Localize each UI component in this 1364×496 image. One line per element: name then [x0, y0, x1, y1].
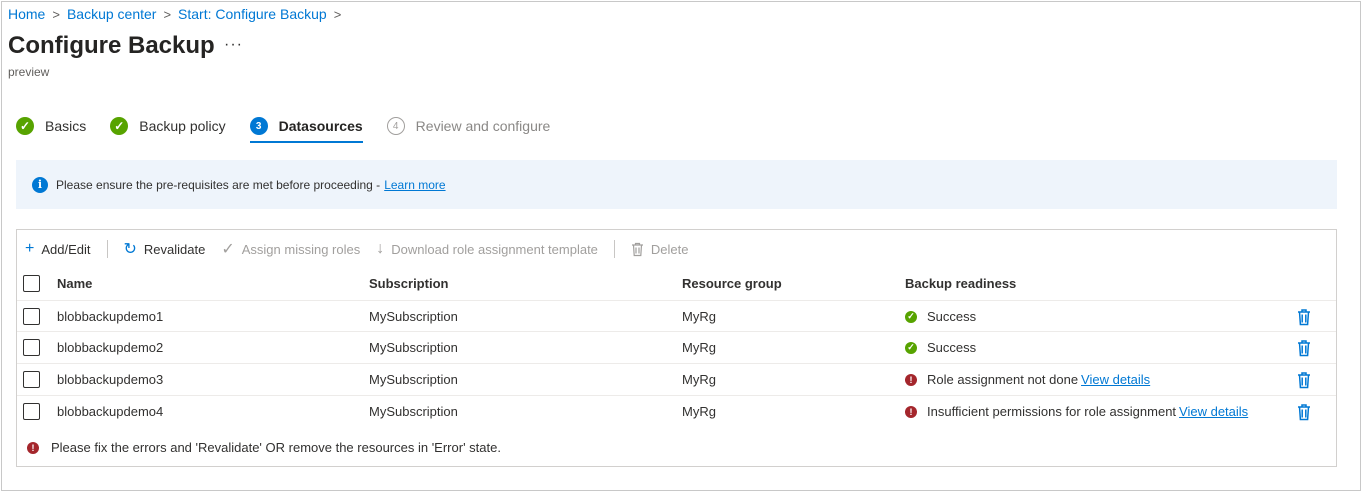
cell-name: blobbackupdemo1: [57, 309, 164, 324]
status-text: Success: [927, 309, 977, 324]
step-datasources[interactable]: 3 Datasources: [249, 114, 363, 143]
cell-subscription: MySubscription: [369, 372, 458, 387]
trash-icon[interactable]: [1297, 403, 1311, 421]
add-edit-button[interactable]: + Add/Edit: [25, 240, 91, 258]
step-review-and-configure[interactable]: 4 Review and configure: [386, 114, 551, 138]
checkmark-icon: ✓: [221, 241, 235, 258]
chevron-right-icon: >: [163, 6, 172, 22]
toolbar-divider: [613, 240, 615, 258]
trash-icon[interactable]: [1297, 371, 1311, 389]
checkmark-icon: ✓: [16, 117, 34, 135]
cell-resource-group: MyRg: [682, 309, 716, 324]
step-backup-policy[interactable]: ✓ Backup policy: [110, 114, 226, 138]
view-details-link[interactable]: View details: [1081, 372, 1150, 387]
column-header-backup-readiness[interactable]: Backup readiness: [905, 276, 1016, 291]
row-checkbox[interactable]: [23, 339, 40, 356]
cell-resource-group: MyRg: [682, 404, 716, 419]
wizard-steps: ✓ Basics ✓ Backup policy 3 Datasources 4…: [16, 114, 574, 143]
status-text: Insufficient permissions for role assign…: [927, 404, 1177, 419]
datasources-panel: + Add/Edit ↻ Revalidate ✓ Assign missing…: [16, 229, 1337, 467]
step-label: Datasources: [278, 118, 363, 134]
cell-backup-readiness: ! Insufficient permissions for role assi…: [905, 404, 1248, 419]
table-row[interactable]: blobbackupdemo1 MySubscription MyRg ✓ Su…: [17, 300, 1336, 332]
breadcrumb-start-configure-backup[interactable]: Start: Configure Backup: [178, 6, 327, 22]
download-template-label: Download role assignment template: [391, 241, 598, 257]
step-number-badge: 3: [249, 117, 268, 135]
row-checkbox[interactable]: [23, 308, 40, 325]
info-icon: i: [32, 176, 48, 193]
more-options-button[interactable]: ···: [224, 36, 243, 54]
row-checkbox[interactable]: [23, 371, 40, 388]
cell-subscription: MySubscription: [369, 309, 458, 324]
step-label: Backup policy: [139, 118, 226, 134]
revalidate-label: Revalidate: [143, 241, 206, 257]
error-icon: !: [27, 441, 39, 454]
table-row[interactable]: blobbackupdemo3 MySubscription MyRg ! Ro…: [17, 363, 1336, 395]
revalidate-button[interactable]: ↻ Revalidate: [124, 239, 206, 259]
success-icon: ✓: [905, 310, 917, 323]
page-title: Configure Backup: [8, 32, 215, 59]
info-text: Please ensure the pre-requisites are met…: [56, 177, 381, 192]
cell-name: blobbackupdemo2: [57, 340, 164, 355]
assign-missing-roles-button[interactable]: ✓ Assign missing roles: [221, 239, 360, 259]
toolbar: + Add/Edit ↻ Revalidate ✓ Assign missing…: [25, 238, 705, 260]
delete-label: Delete: [650, 241, 689, 257]
status-text: Success: [927, 340, 977, 355]
row-checkbox[interactable]: [23, 403, 40, 420]
select-all-checkbox[interactable]: [23, 275, 40, 292]
cell-name: blobbackupdemo3: [57, 372, 164, 387]
assign-missing-roles-label: Assign missing roles: [241, 241, 361, 257]
toolbar-divider: [106, 240, 108, 258]
error-icon: !: [905, 405, 917, 418]
cell-subscription: MySubscription: [369, 340, 458, 355]
trash-icon[interactable]: [1297, 308, 1311, 326]
cell-backup-readiness: ✓ Success: [905, 340, 976, 355]
error-icon: !: [905, 373, 917, 386]
chevron-right-icon: >: [52, 6, 60, 22]
refresh-icon: ↻: [123, 241, 137, 258]
status-text: Role assignment not done: [927, 372, 1079, 387]
cell-backup-readiness: ! Role assignment not done View details: [905, 372, 1150, 387]
column-header-name[interactable]: Name: [57, 276, 92, 291]
learn-more-link[interactable]: Learn more: [384, 178, 445, 192]
column-header-resource-group[interactable]: Resource group: [682, 276, 782, 291]
cell-resource-group: MyRg: [682, 340, 716, 355]
step-number-badge: 4: [386, 117, 405, 135]
page-subtitle: preview: [8, 65, 50, 79]
cell-backup-readiness: ✓ Success: [905, 309, 976, 324]
breadcrumb-backup-center[interactable]: Backup center: [67, 6, 157, 22]
download-arrow-icon: ↓: [376, 240, 385, 257]
cell-name: blobbackupdemo4: [57, 404, 164, 419]
download-template-button[interactable]: ↓ Download role assignment template: [376, 240, 598, 258]
step-label: Review and configure: [415, 118, 551, 134]
view-details-link[interactable]: View details: [1179, 404, 1248, 419]
breadcrumb: Home > Backup center > Start: Configure …: [8, 6, 348, 22]
breadcrumb-home[interactable]: Home: [8, 6, 45, 22]
cell-subscription: MySubscription: [369, 404, 458, 419]
trash-icon: [631, 242, 643, 256]
trash-icon[interactable]: [1297, 339, 1311, 357]
error-message-text: Please fix the errors and 'Revalidate' O…: [51, 440, 501, 455]
plus-icon: +: [25, 240, 35, 257]
info-banner: i Please ensure the pre-requisites are m…: [16, 160, 1337, 209]
success-icon: ✓: [905, 341, 917, 354]
delete-button[interactable]: Delete: [631, 242, 689, 257]
step-label: Basics: [45, 118, 87, 134]
table-row[interactable]: blobbackupdemo4 MySubscription MyRg ! In…: [17, 395, 1336, 427]
table-header: Name Subscription Resource group Backup …: [17, 268, 1336, 299]
add-edit-label: Add/Edit: [41, 241, 91, 257]
step-basics[interactable]: ✓ Basics: [16, 114, 86, 138]
chevron-right-icon: >: [333, 6, 342, 22]
cell-resource-group: MyRg: [682, 372, 716, 387]
checkmark-icon: ✓: [110, 117, 129, 135]
table-row[interactable]: blobbackupdemo2 MySubscription MyRg ✓ Su…: [17, 331, 1336, 363]
error-message: ! Please fix the errors and 'Revalidate'…: [27, 440, 501, 455]
column-header-subscription[interactable]: Subscription: [369, 276, 448, 291]
